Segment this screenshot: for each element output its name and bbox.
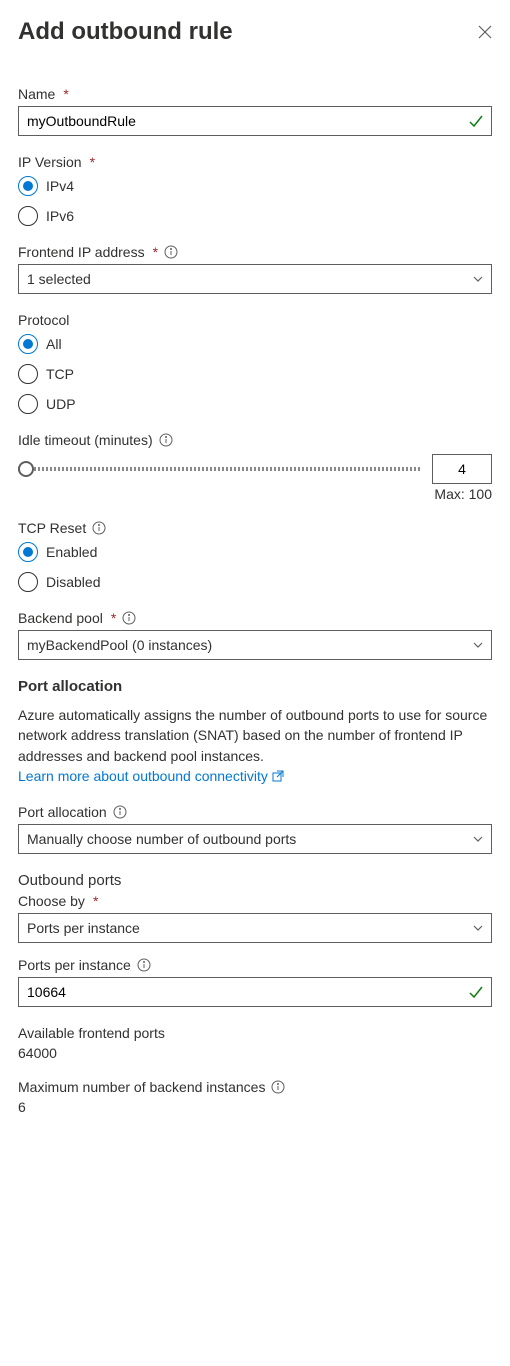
protocol-udp[interactable]: UDP bbox=[18, 394, 492, 414]
protocol-tcp[interactable]: TCP bbox=[18, 364, 492, 384]
port-allocation-label: Port allocation bbox=[18, 804, 492, 820]
panel-title: Add outbound rule bbox=[18, 18, 233, 46]
max-instances-value: 6 bbox=[18, 1099, 492, 1115]
frontend-ip-label: Frontend IP address* bbox=[18, 244, 492, 260]
protocol-all[interactable]: All bbox=[18, 334, 492, 354]
radio-label: IPv4 bbox=[46, 178, 74, 194]
idle-timeout-slider[interactable] bbox=[18, 459, 420, 479]
radio-label: All bbox=[46, 336, 62, 352]
tcp-reset-enabled[interactable]: Enabled bbox=[18, 542, 492, 562]
checkmark-icon bbox=[468, 113, 484, 129]
external-link-icon bbox=[272, 770, 284, 782]
idle-timeout-input[interactable] bbox=[432, 454, 492, 484]
frontend-ip-select[interactable]: 1 selected bbox=[18, 264, 492, 294]
port-allocation-title: Port allocation bbox=[18, 678, 492, 695]
port-allocation-select[interactable]: Manually choose number of outbound ports bbox=[18, 824, 492, 854]
info-icon[interactable] bbox=[122, 611, 136, 625]
info-icon[interactable] bbox=[164, 245, 178, 259]
idle-timeout-label: Idle timeout (minutes) bbox=[18, 432, 492, 448]
slider-track bbox=[18, 467, 420, 471]
slider-thumb[interactable] bbox=[18, 461, 34, 477]
max-instances-label: Maximum number of backend instances bbox=[18, 1079, 492, 1095]
radio-icon bbox=[18, 394, 38, 414]
radio-icon bbox=[18, 176, 38, 196]
backend-pool-label: Backend pool* bbox=[18, 610, 492, 626]
idle-timeout-max: Max: 100 bbox=[18, 486, 492, 502]
tcp-reset-disabled[interactable]: Disabled bbox=[18, 572, 492, 592]
info-icon[interactable] bbox=[271, 1080, 285, 1094]
backend-pool-select[interactable]: myBackendPool (0 instances) bbox=[18, 630, 492, 660]
radio-icon bbox=[18, 206, 38, 226]
select-value: 1 selected bbox=[27, 271, 91, 287]
available-ports-value: 64000 bbox=[18, 1045, 492, 1061]
radio-icon bbox=[18, 572, 38, 592]
available-ports-label: Available frontend ports bbox=[18, 1025, 492, 1041]
radio-icon bbox=[18, 542, 38, 562]
info-icon[interactable] bbox=[137, 958, 151, 972]
radio-icon bbox=[18, 334, 38, 354]
radio-label: Enabled bbox=[46, 544, 97, 560]
ports-per-instance-label: Ports per instance bbox=[18, 957, 492, 973]
name-input[interactable] bbox=[18, 106, 492, 136]
protocol-label: Protocol bbox=[18, 312, 492, 328]
outbound-connectivity-link[interactable]: Learn more about outbound connectivity bbox=[18, 766, 284, 786]
tcp-reset-label: TCP Reset bbox=[18, 520, 492, 536]
select-value: Ports per instance bbox=[27, 920, 140, 936]
outbound-ports-title: Outbound ports bbox=[18, 872, 492, 889]
close-icon[interactable] bbox=[478, 25, 492, 39]
radio-label: Disabled bbox=[46, 574, 100, 590]
choose-by-label: Choose by* bbox=[18, 893, 492, 909]
select-value: Manually choose number of outbound ports bbox=[27, 831, 296, 847]
radio-label: IPv6 bbox=[46, 208, 74, 224]
ports-per-instance-input[interactable] bbox=[18, 977, 492, 1007]
port-allocation-help: Azure automatically assigns the number o… bbox=[18, 705, 492, 786]
radio-icon bbox=[18, 364, 38, 384]
name-label: Name* bbox=[18, 86, 492, 102]
select-value: myBackendPool (0 instances) bbox=[27, 637, 212, 653]
checkmark-icon bbox=[468, 984, 484, 1000]
choose-by-select[interactable]: Ports per instance bbox=[18, 913, 492, 943]
radio-label: TCP bbox=[46, 366, 74, 382]
info-icon[interactable] bbox=[159, 433, 173, 447]
radio-label: UDP bbox=[46, 396, 76, 412]
ip-version-label: IP Version* bbox=[18, 154, 492, 170]
info-icon[interactable] bbox=[92, 521, 106, 535]
ip-version-ipv6[interactable]: IPv6 bbox=[18, 206, 492, 226]
ip-version-ipv4[interactable]: IPv4 bbox=[18, 176, 492, 196]
info-icon[interactable] bbox=[113, 805, 127, 819]
